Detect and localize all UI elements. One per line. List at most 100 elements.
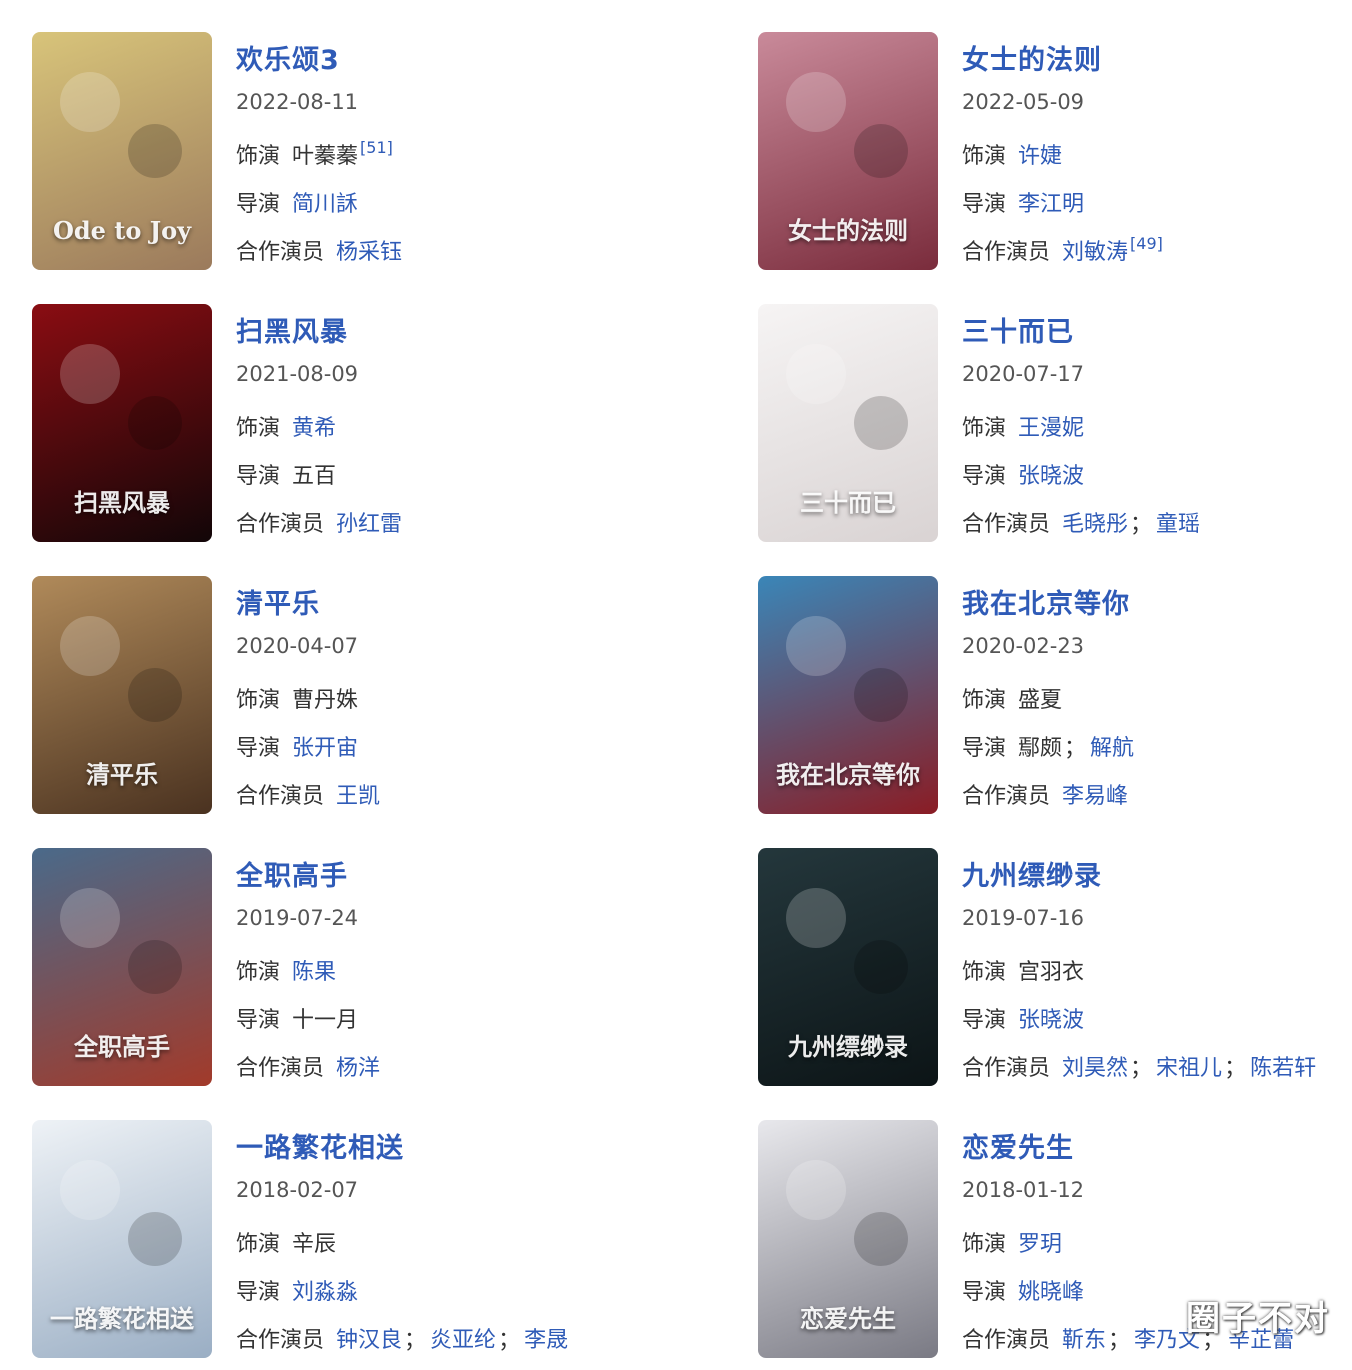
separator: ；	[1224, 1056, 1247, 1081]
poster-figure	[60, 616, 120, 676]
costar-name[interactable]: 毛晓彤	[1062, 512, 1128, 537]
costar-name[interactable]: 杨采钰	[336, 240, 402, 265]
poster-figure	[786, 616, 846, 676]
drama-title-link[interactable]: 扫黑风暴	[236, 310, 348, 349]
poster-title-art: 女士的法则	[788, 215, 908, 245]
role-name[interactable]: 陈果	[292, 960, 336, 985]
drama-title-link[interactable]: 我在北京等你	[962, 582, 1130, 621]
role-name: 叶蓁蓁	[292, 144, 359, 169]
role-label: 饰演	[236, 416, 281, 441]
director-name[interactable]: 简川訸	[292, 192, 358, 217]
director-name[interactable]: 张开宙	[292, 736, 358, 761]
costars-row: 合作演员 毛晓彤； 童瑶	[962, 506, 1200, 538]
citation-link[interactable]: [51]	[360, 138, 393, 157]
drama-poster[interactable]: 三十而已	[758, 304, 938, 542]
director-name[interactable]: 李江明	[1018, 192, 1084, 217]
costar-name[interactable]: 刘敏涛	[1062, 240, 1128, 265]
director-name[interactable]: 解航	[1090, 736, 1134, 761]
costar-name[interactable]: 靳东	[1062, 1328, 1106, 1353]
costars-label: 合作演员	[236, 512, 325, 537]
director-name[interactable]: 姚晓峰	[1018, 1280, 1084, 1305]
costar-name[interactable]: 钟汉良	[336, 1328, 402, 1353]
separator: ；	[1108, 1328, 1131, 1353]
poster-figure	[854, 1212, 908, 1266]
role-name[interactable]: 王漫妮	[1018, 416, 1084, 441]
director-row: 导演 简川訸	[236, 186, 358, 218]
costar-name[interactable]: 李易峰	[1062, 784, 1128, 809]
costar-name[interactable]: 刘昊然	[1062, 1056, 1128, 1081]
drama-poster[interactable]: 全职高手	[32, 848, 212, 1086]
costar-name[interactable]: 陈若轩	[1250, 1056, 1316, 1081]
poster-figure	[786, 344, 846, 404]
director-row: 导演 张晓波	[962, 458, 1084, 490]
costar-name[interactable]: 王凯	[336, 784, 380, 809]
drama-poster[interactable]: 九州缥缈录	[758, 848, 938, 1086]
poster-title-art: 清平乐	[86, 759, 158, 789]
role-row: 饰演 叶蓁蓁 [51]	[236, 138, 393, 170]
drama-card: 九州缥缈录 九州缥缈录 2019-07-16 饰演 宫羽衣 导演 张晓波 合作演员 刘昊然； 宋祖…	[758, 848, 1352, 1088]
drama-poster[interactable]: Ode to Joy	[32, 32, 212, 270]
director-name[interactable]: 张晓波	[1018, 464, 1084, 489]
drama-poster[interactable]: 清平乐	[32, 576, 212, 814]
poster-figure	[854, 668, 908, 722]
drama-poster[interactable]: 扫黑风暴	[32, 304, 212, 542]
poster-figure	[786, 888, 846, 948]
costar-name[interactable]: 李晟	[524, 1328, 568, 1353]
drama-title-link[interactable]: 三十而已	[962, 310, 1074, 349]
director-name[interactable]: 刘淼淼	[292, 1280, 358, 1305]
poster-figure	[60, 1160, 120, 1220]
watermark-text: 圈子不对	[1186, 1299, 1330, 1339]
role-name[interactable]: 罗玥	[1018, 1232, 1062, 1257]
role-row: 饰演 罗玥	[962, 1226, 1062, 1258]
director-row: 导演 十一月	[236, 1002, 358, 1034]
drama-card: 清平乐 清平乐 2020-04-07 饰演 曹丹姝 导演 张开宙 合作演员 王凯	[32, 576, 632, 816]
role-name[interactable]: 黄希	[292, 416, 336, 441]
separator: ；	[498, 1328, 521, 1353]
costar-name[interactable]: 孙红雷	[336, 512, 402, 537]
drama-title-link[interactable]: 一路繁花相送	[236, 1126, 404, 1165]
drama-poster[interactable]: 一路繁花相送	[32, 1120, 212, 1358]
separator: ；	[1130, 512, 1153, 537]
director-row: 导演 李江明	[962, 186, 1084, 218]
drama-title-link[interactable]: 清平乐	[236, 582, 320, 621]
citation-link[interactable]: [49]	[1130, 234, 1163, 253]
director-label: 导演	[962, 736, 1007, 761]
role-row: 饰演 宫羽衣	[962, 954, 1084, 986]
poster-title-art: 九州缥缈录	[788, 1031, 908, 1061]
drama-poster[interactable]: 我在北京等你	[758, 576, 938, 814]
drama-card: 全职高手 全职高手 2019-07-24 饰演 陈果 导演 十一月 合作演员 杨洋	[32, 848, 632, 1088]
drama-title-link[interactable]: 恋爱先生	[962, 1126, 1074, 1165]
costar-name[interactable]: 宋祖儿	[1156, 1056, 1222, 1081]
poster-figure	[854, 396, 908, 450]
director-label: 导演	[962, 1280, 1007, 1305]
air-date: 2020-04-07	[236, 634, 359, 658]
role-name: 辛辰	[292, 1232, 337, 1257]
drama-title-link[interactable]: 九州缥缈录	[962, 854, 1102, 893]
costar-name[interactable]: 童瑶	[1156, 512, 1200, 537]
role-label: 饰演	[236, 688, 281, 713]
role-label: 饰演	[962, 416, 1007, 441]
drama-title-link[interactable]: 全职高手	[236, 854, 348, 893]
director-name[interactable]: 张晓波	[1018, 1008, 1084, 1033]
director-label: 导演	[236, 192, 281, 217]
poster-title-art: 一路繁花相送	[50, 1303, 194, 1333]
drama-card: 扫黑风暴 扫黑风暴 2021-08-09 饰演 黄希 导演 五百 合作演员 孙红雷	[32, 304, 632, 544]
drama-poster[interactable]: 女士的法则	[758, 32, 938, 270]
costars-label: 合作演员	[236, 240, 325, 265]
drama-title-link[interactable]: 女士的法则	[962, 38, 1102, 77]
role-label: 饰演	[236, 144, 281, 169]
separator: ；	[404, 1328, 427, 1353]
drama-title-link[interactable]: 欢乐颂3	[236, 38, 340, 77]
role-row: 饰演 许婕	[962, 138, 1062, 170]
costar-name[interactable]: 杨洋	[336, 1056, 380, 1081]
costars-row: 合作演员 李易峰	[962, 778, 1128, 810]
role-label: 饰演	[236, 960, 281, 985]
drama-card: 女士的法则 女士的法则 2022-05-09 饰演 许婕 导演 李江明 合作演员 刘敏涛 [49]	[758, 32, 1352, 272]
role-row: 饰演 黄希	[236, 410, 336, 442]
role-label: 饰演	[236, 1232, 281, 1257]
costar-name[interactable]: 炎亚纶	[430, 1328, 496, 1353]
role-name[interactable]: 许婕	[1018, 144, 1062, 169]
drama-poster[interactable]: 恋爱先生	[758, 1120, 938, 1358]
director-label: 导演	[962, 192, 1007, 217]
air-date: 2022-08-11	[236, 90, 359, 114]
